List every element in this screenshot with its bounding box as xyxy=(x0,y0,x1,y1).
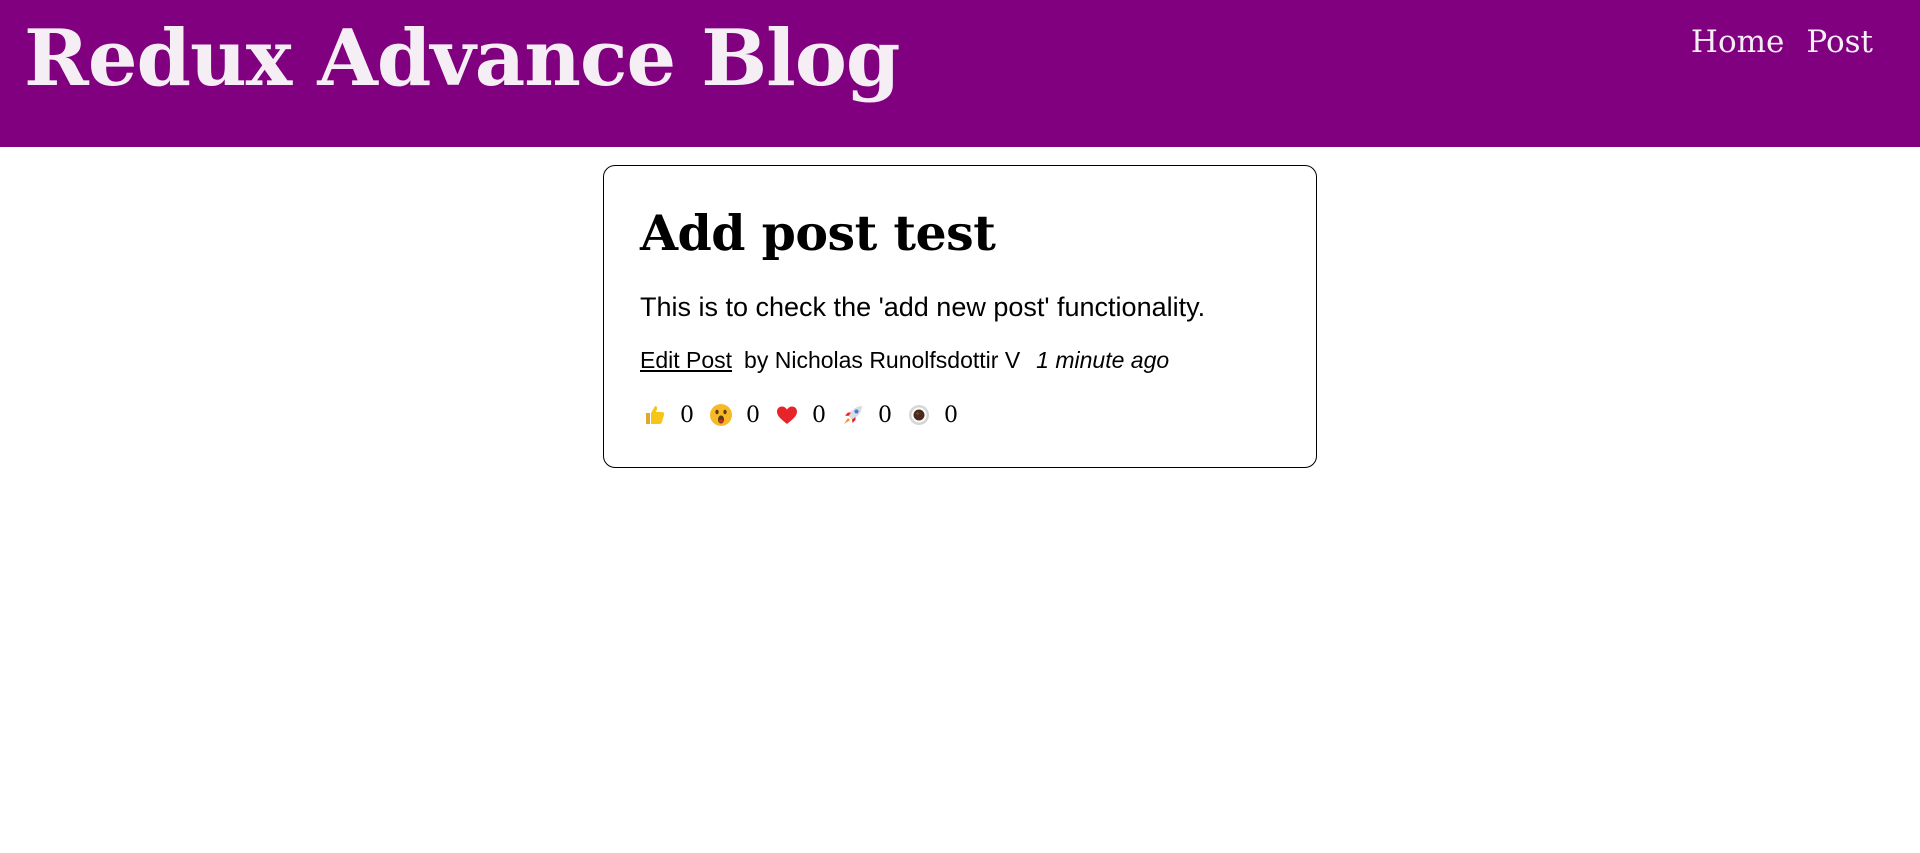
post-author: by Nicholas Runolfsdottir V xyxy=(744,347,1021,373)
reaction-rocket-button[interactable]: 0 xyxy=(838,402,894,428)
site-header: Redux Advance Blog Home Post xyxy=(0,0,1920,147)
post-card: Add post test This is to check the 'add … xyxy=(603,165,1317,468)
nav-link-home[interactable]: Home xyxy=(1691,24,1784,60)
post-meta: Edit Post by Nicholas Runolfsdottir V 1 … xyxy=(640,347,1169,374)
reaction-count: 0 xyxy=(812,402,826,428)
reaction-count: 0 xyxy=(944,402,958,428)
rocket-icon xyxy=(840,402,866,428)
reaction-count: 0 xyxy=(746,402,760,428)
post-title: Add post test xyxy=(640,204,996,262)
reaction-count: 0 xyxy=(878,402,892,428)
nav-link-post[interactable]: Post xyxy=(1806,24,1873,60)
post-body: This is to check the 'add new post' func… xyxy=(640,292,1206,322)
reaction-heart-button[interactable]: 0 xyxy=(772,402,828,428)
thumbs-up-icon xyxy=(642,402,668,428)
edit-post-link[interactable]: Edit Post xyxy=(640,347,732,374)
reaction-wow-button[interactable]: 0 xyxy=(706,402,762,428)
post-time-ago: 1 minute ago xyxy=(1036,347,1170,373)
reaction-count: 0 xyxy=(680,402,694,428)
reaction-thumbs-up-button[interactable]: 0 xyxy=(640,402,696,428)
coffee-icon xyxy=(906,402,932,428)
reaction-coffee-button[interactable]: 0 xyxy=(904,402,960,428)
wow-face-icon xyxy=(708,402,734,428)
heart-icon xyxy=(774,402,800,428)
reaction-buttons: 0 0 0 0 0 xyxy=(640,402,960,428)
site-title: Redux Advance Blog xyxy=(24,13,900,104)
main-nav: Home Post xyxy=(1691,24,1873,60)
